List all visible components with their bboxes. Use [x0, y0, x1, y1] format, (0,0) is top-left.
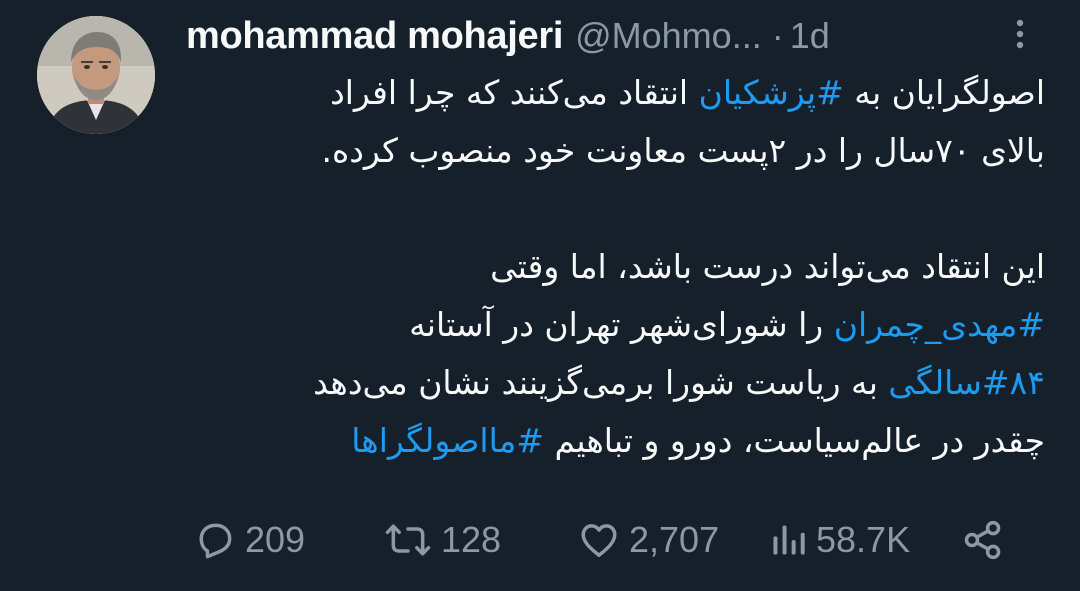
tweet-text-line: #۸۴سالگی به ریاست شورا برمی‌گزینند نشان …: [200, 354, 1045, 412]
retweet-icon: [385, 524, 431, 556]
tweet-text-segment: انتقاد می‌کنند که چرا افراد: [330, 73, 699, 112]
retweet-count: 128: [441, 519, 502, 560]
share-button[interactable]: [961, 512, 1005, 568]
tweet-text-segment: را شورای‌شهر تهران در آستانه: [409, 305, 834, 344]
tweet-text-line: این انتقاد می‌تواند درست باشد، اما وقتی: [200, 238, 1045, 296]
share-icon: [964, 520, 1001, 560]
like-button[interactable]: 2,707: [577, 512, 719, 568]
tweet-actions: 209 128 2,707 58.7K: [185, 512, 1045, 568]
reply-button[interactable]: 209: [193, 512, 305, 568]
tweet-timestamp[interactable]: 1d: [790, 15, 830, 57]
profile-photo: [37, 16, 155, 134]
tweet-text: اصولگرایان به #پزشکیان انتقاد می‌کنند که…: [200, 64, 1045, 470]
author-handle[interactable]: @Mohmo...: [575, 15, 762, 57]
tweet-text-segment: اصولگرایان به: [843, 73, 1045, 112]
tweet-text-line: بالای ۷۰سال را در ۲پست معاونت خود منصوب …: [200, 122, 1045, 180]
tweet[interactable]: mohammad mohajeri @Mohmo... · 1d اصولگرا…: [0, 0, 1080, 591]
hashtag-link[interactable]: #مااصولگراها: [351, 421, 544, 460]
header-separator: ·: [771, 15, 784, 56]
tweet-text-line: اصولگرایان به #پزشکیان انتقاد می‌کنند که…: [200, 64, 1045, 122]
retweet-button[interactable]: 128: [383, 512, 501, 568]
tweet-text-line: #مهدی_چمران را شورای‌شهر تهران در آستانه: [200, 296, 1045, 354]
heart-icon: [581, 524, 617, 557]
views-button[interactable]: 58.7K: [768, 512, 910, 568]
author-display-name[interactable]: mohammad mohajeri: [186, 15, 563, 58]
hashtag-link[interactable]: #مهدی_چمران: [834, 305, 1045, 344]
tweet-text-line: چقدر در عالم‌سیاست، دورو و تباهیم #مااصو…: [200, 412, 1045, 470]
more-vertical-icon: [1016, 19, 1024, 49]
like-count: 2,707: [629, 519, 720, 560]
tweet-text-segment: این انتقاد می‌تواند درست باشد، اما وقتی: [490, 247, 1045, 286]
reply-icon: [199, 523, 232, 559]
tweet-text-segment: بالای ۷۰سال را در ۲پست معاونت خود منصوب …: [321, 131, 1045, 170]
avatar[interactable]: [37, 16, 155, 134]
tweet-header: mohammad mohajeri @Mohmo... · 1d: [186, 12, 830, 60]
views-icon: [773, 525, 805, 555]
view-count: 58.7K: [816, 519, 911, 560]
hashtag-link[interactable]: #۸۴سالگی: [888, 363, 1045, 402]
hashtag-link[interactable]: #پزشکیان: [699, 73, 844, 112]
reply-count: 209: [245, 519, 306, 560]
tweet-text-segment: چقدر در عالم‌سیاست، دورو و تباهیم: [543, 421, 1045, 460]
tweet-text-segment: به ریاست شورا برمی‌گزینند نشان می‌دهد: [313, 363, 889, 402]
more-options-button[interactable]: [1008, 16, 1032, 52]
